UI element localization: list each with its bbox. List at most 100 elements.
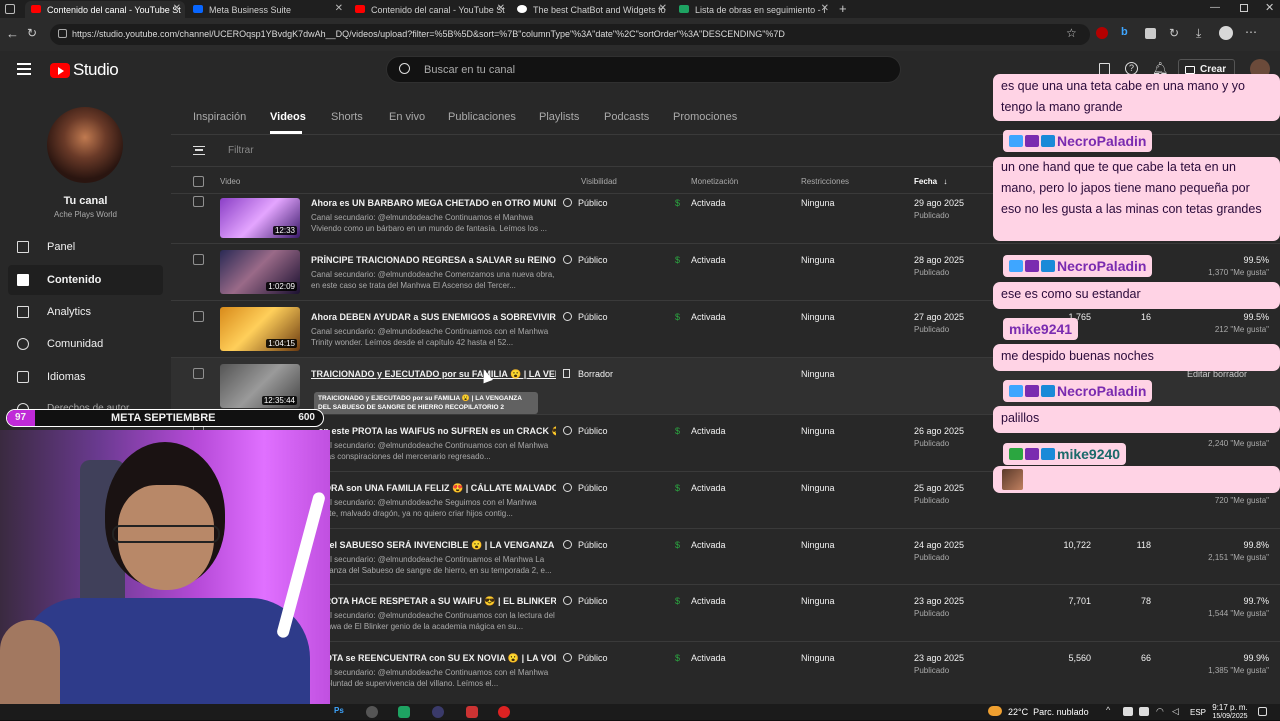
date-value: 29 ago 2025 (914, 198, 965, 208)
column-header-restrictions[interactable]: Restricciones (801, 177, 849, 186)
extension-icon[interactable]: b (1121, 26, 1128, 38)
extensions-puzzle-icon[interactable] (1145, 28, 1156, 39)
row-checkbox[interactable] (193, 368, 204, 379)
tab-podcasts[interactable]: Podcasts (604, 111, 649, 123)
reload-icon[interactable]: ↻ (27, 26, 37, 40)
taskbar-clock[interactable]: 9:17 p. m. 15/09/2025 (1212, 703, 1248, 721)
close-window-icon[interactable]: ✕ (1265, 1, 1274, 14)
chat-username-text: mike9241 (1009, 321, 1073, 337)
site-info-icon[interactable] (58, 29, 67, 38)
video-thumbnail[interactable]: 1:02:09 (220, 250, 300, 294)
sidebar-item-languages[interactable]: Idiomas (0, 362, 171, 392)
video-title[interactable]: Ahora es UN BARBARO MEGA CHETADO en OTRO… (311, 198, 556, 208)
notification-center-icon[interactable] (1258, 707, 1267, 716)
table-row[interactable]: ...ra el SABUESO SERÁ INVENCIBLE 😮 | LA … (171, 528, 1280, 585)
window-menu-icon[interactable] (5, 4, 15, 14)
profile-avatar[interactable] (1219, 26, 1233, 40)
weather-text[interactable]: 22°C Parc. nublado (1008, 707, 1089, 717)
back-icon[interactable]: ← (6, 26, 19, 41)
sidebar-item-analytics[interactable]: Analytics (0, 297, 171, 327)
language-indicator[interactable]: ESP (1190, 708, 1206, 717)
volume-icon[interactable]: ◁ (1172, 706, 1179, 717)
browser-tab[interactable]: Contenido del canal - YouTube St ✕ (349, 1, 509, 18)
video-title[interactable]: ...ra el SABUESO SERÁ INVENCIBLE 😮 | LA … (311, 540, 556, 551)
browser-tab[interactable]: Contenido del canal - YouTube St ✕ (25, 1, 185, 18)
tab-close-icon[interactable]: ✕ (659, 3, 667, 14)
url-field[interactable]: https://studio.youtube.com/channel/UCERO… (50, 24, 1090, 45)
tab-close-icon[interactable]: ✕ (497, 3, 505, 14)
table-row[interactable]: ...ROTA se REENCUENTRA con SU EX NOVIA 😮… (171, 641, 1280, 699)
restrictions-value: Ninguna (801, 483, 835, 493)
tab-promotions[interactable]: Promociones (673, 111, 737, 123)
channel-search-input[interactable]: Buscar en tu canal (386, 56, 901, 83)
tray-icon[interactable] (1139, 707, 1149, 716)
column-header-video[interactable]: Video (220, 177, 240, 186)
minimize-icon[interactable]: — (1210, 2, 1220, 13)
video-title[interactable]: PRÍNCIPE TRAICIONADO REGRESA a SALVAR su… (311, 255, 556, 266)
more-menu-icon[interactable]: ⋯ (1245, 25, 1257, 39)
duration-label: 1:04:15 (266, 339, 297, 348)
column-header-monetization[interactable]: Monetización (691, 177, 738, 186)
video-title[interactable]: ...en este PROTA las WAIFUS no SUFREN es… (311, 426, 556, 437)
row-checkbox[interactable] (193, 311, 204, 322)
visibility-label: Público (578, 540, 608, 550)
row-checkbox[interactable] (193, 196, 204, 207)
video-thumbnail[interactable]: 1:04:15 (220, 307, 300, 351)
video-title[interactable]: AHORA son UNA FAMILIA FELIZ 😍 | CÁLLATE … (311, 483, 556, 494)
tab-close-icon[interactable]: ✕ (335, 3, 343, 14)
date-value: 23 ago 2025 (914, 653, 965, 663)
video-title[interactable]: ...PROTA HACE RESPETAR a SU WAIFU 😎 | EL… (311, 596, 556, 607)
chat-message: palillos (993, 406, 1280, 433)
tab-inspiration[interactable]: Inspiración (193, 111, 246, 123)
restrictions-value: Ninguna (801, 255, 835, 265)
bookmark-star-icon[interactable]: ☆ (1066, 26, 1077, 40)
row-checkbox[interactable] (193, 254, 204, 265)
taskbar-app-icon[interactable] (432, 706, 444, 718)
tray-chevron-icon[interactable]: ^ (1106, 705, 1110, 715)
sidebar-item-community[interactable]: Comunidad (0, 329, 171, 359)
tray-icon[interactable] (1123, 707, 1133, 716)
tab-videos[interactable]: Videos (270, 111, 306, 123)
browser-tab[interactable]: Meta Business Suite ✕ (187, 1, 347, 18)
hamburger-menu-icon[interactable] (17, 63, 31, 75)
video-thumbnail[interactable]: 12:35:44 (220, 364, 300, 408)
goal-bar: 97 META SEPTIEMBRE 600 (6, 409, 324, 427)
video-description: Canal secundario: @elmundodeache Continu… (311, 327, 549, 347)
video-title[interactable]: Ahora DEBEN AYUDAR a SUS ENEMIGOS a SOBR… (311, 312, 556, 323)
taskbar-app-icon[interactable] (498, 706, 510, 718)
column-header-visibility[interactable]: Visibilidad (581, 177, 617, 186)
new-tab-icon[interactable]: + (839, 1, 847, 16)
tab-close-icon[interactable]: ✕ (821, 3, 829, 14)
sync-icon[interactable]: ↻ (1169, 26, 1179, 40)
restrictions-value: Ninguna (801, 312, 835, 322)
browser-tab[interactable]: Lista de obras en seguimiento - I ✕ (673, 1, 833, 18)
tab-playlists[interactable]: Playlists (539, 111, 579, 123)
browser-tab[interactable]: The best ChatBot and Widgets fo ✕ (511, 1, 671, 18)
table-row[interactable]: ...PROTA HACE RESPETAR a SU WAIFU 😎 | EL… (171, 584, 1280, 641)
community-icon (17, 338, 29, 350)
tab-posts[interactable]: Publicaciones (448, 111, 516, 123)
video-title[interactable]: ...ROTA se REENCUENTRA con SU EX NOVIA 😮… (311, 653, 556, 664)
tab-live[interactable]: En vivo (389, 111, 425, 123)
filter-icon[interactable] (193, 146, 205, 155)
video-thumbnail[interactable]: 12:33 (220, 198, 300, 238)
sidebar-item-content[interactable]: Contenido (8, 265, 163, 295)
extension-icon[interactable] (1096, 27, 1108, 39)
taskbar-app-icon[interactable] (398, 706, 410, 718)
taskbar-app-icon[interactable] (366, 706, 378, 718)
comments-count: 78 (1140, 596, 1151, 606)
select-all-checkbox[interactable] (193, 176, 204, 187)
tab-close-icon[interactable]: ✕ (173, 3, 181, 14)
studio-logo[interactable]: Studio (50, 60, 119, 80)
wifi-icon[interactable]: ◠ (1156, 706, 1164, 717)
tab-shorts[interactable]: Shorts (331, 111, 363, 123)
taskbar-app-icon[interactable] (466, 706, 478, 718)
column-header-date[interactable]: Fecha ↓ (914, 177, 947, 186)
maximize-icon[interactable] (1240, 4, 1248, 12)
downloads-icon[interactable]: ⤓ (1196, 26, 1201, 41)
video-title[interactable]: TRAICIONADO y EJECUTADO por su FAMILIA 😮… (311, 369, 556, 380)
sidebar-item-panel[interactable]: Panel (0, 232, 171, 262)
taskbar-app-icon[interactable]: Ps (334, 706, 346, 718)
filter-input[interactable]: Filtrar (228, 145, 254, 156)
channel-avatar[interactable] (47, 107, 123, 183)
